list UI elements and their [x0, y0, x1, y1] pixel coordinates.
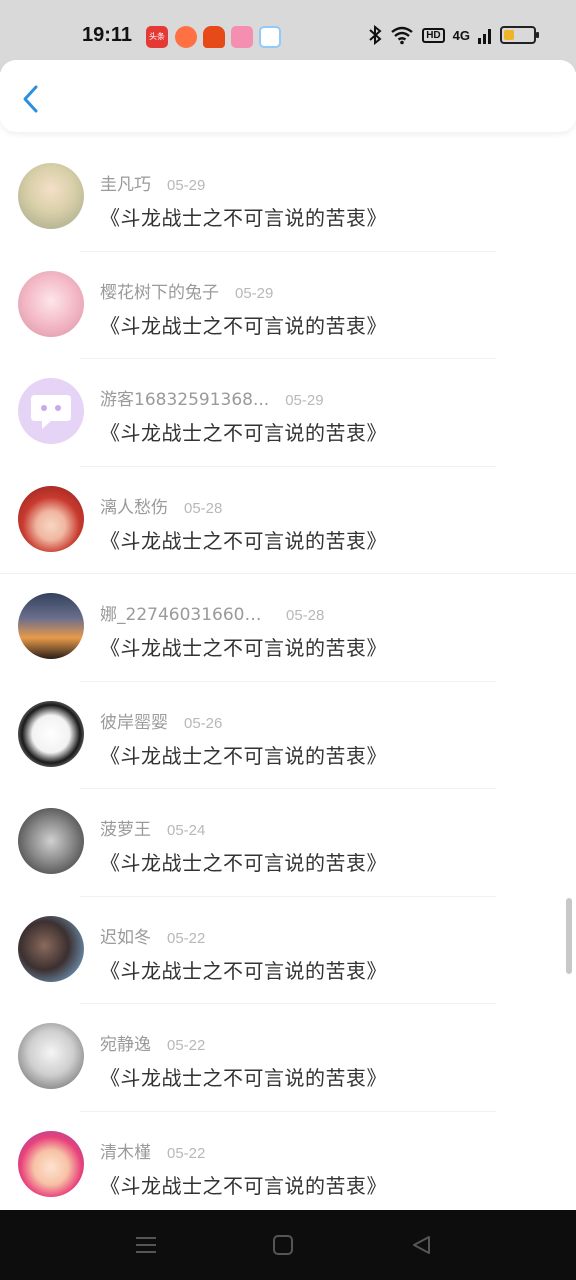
comment-text: 《斗龙战士之不可言说的苦衷》	[100, 743, 387, 768]
avatar[interactable]	[18, 485, 84, 552]
comment-date: 05-28	[286, 607, 325, 624]
list-item[interactable]: 圭凡巧 05-29 《斗龙战士之不可言说的苦衷》	[0, 144, 576, 252]
wifi-icon	[391, 26, 413, 45]
toutiao-icon: 头条	[146, 26, 168, 48]
comment-date: 05-22	[167, 929, 206, 947]
chevron-left-icon	[23, 85, 38, 113]
app-icon	[175, 26, 197, 48]
list-item[interactable]: 宛静逸 05-22 《斗龙战士之不可言说的苦衷》	[0, 1004, 576, 1112]
comment-date: 05-22	[167, 1037, 206, 1054]
comment-text: 《斗龙战士之不可言说的苦衷》	[100, 421, 387, 445]
hd-icon: HD	[422, 27, 445, 43]
header-bar	[0, 60, 576, 132]
username[interactable]: 漓人愁伤	[100, 493, 168, 518]
back-nav-button[interactable]	[406, 1230, 436, 1260]
username[interactable]: 娜_227460316606...	[100, 600, 270, 625]
list-item[interactable]: 娜_227460316606... 05-28 《斗龙战士之不可言说的苦衷》	[0, 574, 576, 682]
username[interactable]: 宛静逸	[100, 1030, 151, 1055]
signal-icon: 4G	[452, 27, 470, 43]
username[interactable]: 彼岸罂婴	[100, 708, 168, 733]
comment-text: 《斗龙战士之不可言说的苦衷》	[100, 958, 387, 983]
username[interactable]: 清木槿	[100, 1138, 151, 1163]
username[interactable]: 樱花树下的兔子	[100, 278, 219, 303]
navigation-bar	[0, 1210, 576, 1280]
avatar[interactable]	[18, 1130, 84, 1197]
comment-date: 05-29	[235, 284, 274, 302]
avatar[interactable]	[18, 163, 84, 229]
menu-button[interactable]	[131, 1230, 161, 1260]
app-icon	[203, 26, 225, 48]
comment-date: 05-29	[167, 177, 206, 194]
signal-bars-icon	[478, 29, 491, 44]
comment-text: 《斗龙战士之不可言说的苦衷》	[100, 206, 387, 230]
app-icon	[231, 26, 253, 48]
comment-date: 05-28	[184, 499, 223, 517]
list-item[interactable]: 游客16832591368... 05-29 《斗龙战士之不可言说的苦衷》	[0, 359, 576, 467]
list-item[interactable]: 彼岸罂婴 05-26 《斗龙战士之不可言说的苦衷》	[0, 682, 576, 789]
avatar[interactable]	[18, 270, 84, 337]
default-avatar-icon	[31, 395, 71, 429]
list-item[interactable]: 菠萝王 05-24 《斗龙战士之不可言说的苦衷》	[0, 789, 576, 897]
username[interactable]: 迟如冬	[100, 923, 151, 948]
list-item[interactable]: 清木槿 05-22 《斗龙战士之不可言说的苦衷》	[0, 1112, 576, 1220]
comment-date: 05-22	[167, 1144, 206, 1162]
back-triangle-icon	[413, 1236, 430, 1254]
home-button[interactable]	[268, 1230, 298, 1260]
list-item[interactable]: 迟如冬 05-22 《斗龙战士之不可言说的苦衷》	[0, 897, 576, 1004]
comment-date: 05-29	[285, 392, 324, 409]
avatar[interactable]	[18, 915, 84, 982]
comment-text: 《斗龙战士之不可言说的苦衷》	[100, 528, 387, 553]
avatar[interactable]	[18, 808, 84, 874]
username[interactable]: 游客16832591368...	[100, 385, 269, 410]
avatar[interactable]	[18, 1023, 84, 1089]
username[interactable]: 圭凡巧	[100, 170, 151, 195]
avatar[interactable]	[18, 378, 84, 444]
comment-text: 《斗龙战士之不可言说的苦衷》	[100, 636, 387, 660]
menu-icon	[136, 1237, 156, 1253]
list-item[interactable]: 漓人愁伤 05-28 《斗龙战士之不可言说的苦衷》	[0, 467, 576, 574]
back-button[interactable]	[14, 82, 48, 116]
username[interactable]: 菠萝王	[100, 815, 151, 840]
battery-level	[504, 30, 514, 40]
avatar[interactable]	[18, 593, 84, 659]
baidu-icon	[259, 26, 281, 48]
status-time: 19:11	[82, 24, 133, 46]
avatar[interactable]	[18, 700, 84, 767]
battery-icon	[500, 26, 539, 44]
comment-date: 05-24	[167, 822, 206, 839]
comment-text: 《斗龙战士之不可言说的苦衷》	[100, 851, 387, 875]
list-item[interactable]: 樱花树下的兔子 05-29 《斗龙战士之不可言说的苦衷》	[0, 252, 576, 359]
scrollbar[interactable]	[566, 898, 572, 974]
bluetooth-icon	[369, 25, 382, 45]
home-icon	[273, 1235, 293, 1255]
system-icons: HD 4G	[368, 25, 539, 45]
comment-list: 圭凡巧 05-29 《斗龙战士之不可言说的苦衷》 樱花树下的兔子 05-29 《…	[0, 144, 576, 1219]
comment-text: 《斗龙战士之不可言说的苦衷》	[100, 1173, 387, 1198]
comment-text: 《斗龙战士之不可言说的苦衷》	[100, 313, 387, 338]
comment-date: 05-26	[184, 714, 223, 732]
comment-text: 《斗龙战士之不可言说的苦衷》	[100, 1066, 387, 1090]
